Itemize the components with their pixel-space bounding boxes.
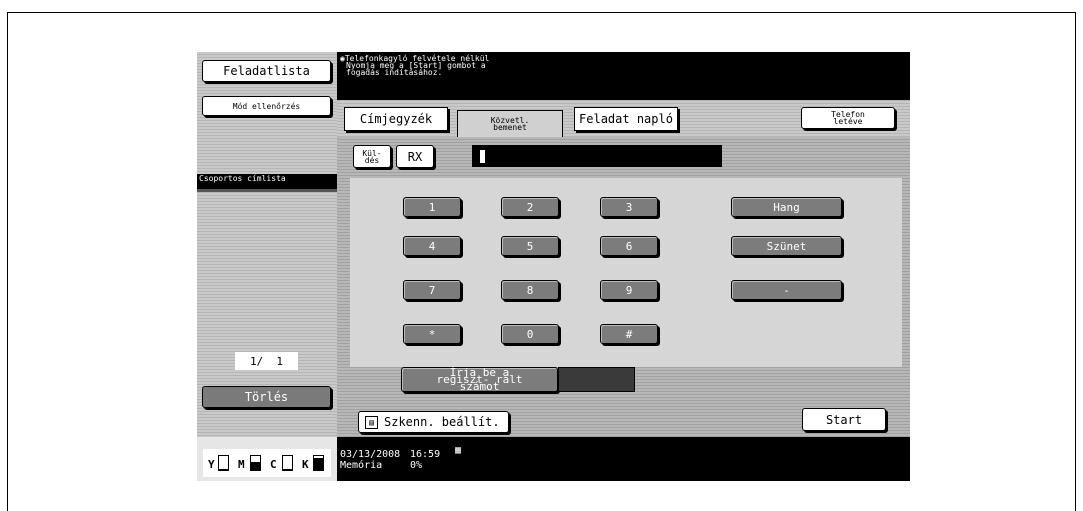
key-1[interactable]: 1 xyxy=(403,197,461,217)
scan-settings-button[interactable]: ▤ Szkenn. beállít. xyxy=(358,411,509,433)
toner-y-label: Y xyxy=(208,458,215,471)
number-input[interactable] xyxy=(472,145,722,167)
tab-direct-input[interactable]: Közvetl. bemenet xyxy=(457,110,563,137)
key-4[interactable]: 4 xyxy=(403,236,461,256)
pause-button[interactable]: Szünet xyxy=(731,236,842,256)
start-button[interactable]: Start xyxy=(802,408,886,431)
tone-button[interactable]: Hang xyxy=(731,197,842,217)
toner-y-level xyxy=(218,455,229,471)
group-list-header: Csoportos címlista xyxy=(197,174,337,192)
text-cursor xyxy=(480,150,485,163)
memory-label: Memória xyxy=(340,460,383,471)
network-icon: ▦ xyxy=(455,445,462,456)
mode-check-button[interactable]: Mód ellenőrzés xyxy=(202,96,331,116)
registered-number-button[interactable]: Írja be a regiszt- rált számot xyxy=(401,367,558,392)
key-7[interactable]: 7 xyxy=(403,280,461,300)
registered-number-field[interactable] xyxy=(558,367,635,392)
toner-c-level xyxy=(282,455,293,471)
message-area: ◉Telefonkagyló felvétele nélkül Nyomja m… xyxy=(337,52,910,100)
rx-mode-button[interactable]: RX xyxy=(396,145,434,168)
memory-value: 0% xyxy=(410,460,423,471)
key-hash[interactable]: # xyxy=(600,324,658,344)
key-6[interactable]: 6 xyxy=(600,236,658,256)
toner-m-label: M xyxy=(238,458,245,471)
left-panel xyxy=(197,52,337,481)
hang-up-button[interactable]: Telefon letéve xyxy=(801,107,895,129)
toner-m-level xyxy=(250,455,261,471)
status-bar: 03/13/2008 16:59 ▦ Memória 0% xyxy=(337,437,910,481)
send-mode-button[interactable]: Kül- dés xyxy=(353,145,391,168)
dash-button[interactable]: - xyxy=(731,280,842,300)
control-panel-screen: Feladatlista Mód ellenőrzés Csoportos cí… xyxy=(197,52,910,481)
tab-address-book[interactable]: Címjegyzék xyxy=(344,107,448,131)
key-9[interactable]: 9 xyxy=(600,280,658,300)
tab-job-log[interactable]: Feladat napló xyxy=(574,107,678,131)
key-2[interactable]: 2 xyxy=(501,197,559,217)
scan-settings-label: Szkenn. beállít. xyxy=(384,415,500,429)
key-3[interactable]: 3 xyxy=(600,197,658,217)
message-line-3: fogadás indításához. xyxy=(346,68,443,77)
key-8[interactable]: 8 xyxy=(501,280,559,300)
toner-k-level xyxy=(313,455,324,471)
key-star[interactable]: * xyxy=(403,324,461,344)
delete-button[interactable]: Törlés xyxy=(202,386,331,408)
toner-c-label: C xyxy=(270,458,277,471)
scan-settings-icon: ▤ xyxy=(365,415,378,429)
job-list-button[interactable]: Feladatlista xyxy=(202,60,331,82)
page-counter: 1/ 1 xyxy=(235,352,298,370)
toner-indicator: Y M C K xyxy=(203,449,331,477)
status-date: 03/13/2008 xyxy=(340,449,401,460)
toner-k-label: K xyxy=(302,458,309,471)
key-5[interactable]: 5 xyxy=(501,236,559,256)
key-0[interactable]: 0 xyxy=(501,324,559,344)
status-time: 16:59 xyxy=(410,449,441,460)
